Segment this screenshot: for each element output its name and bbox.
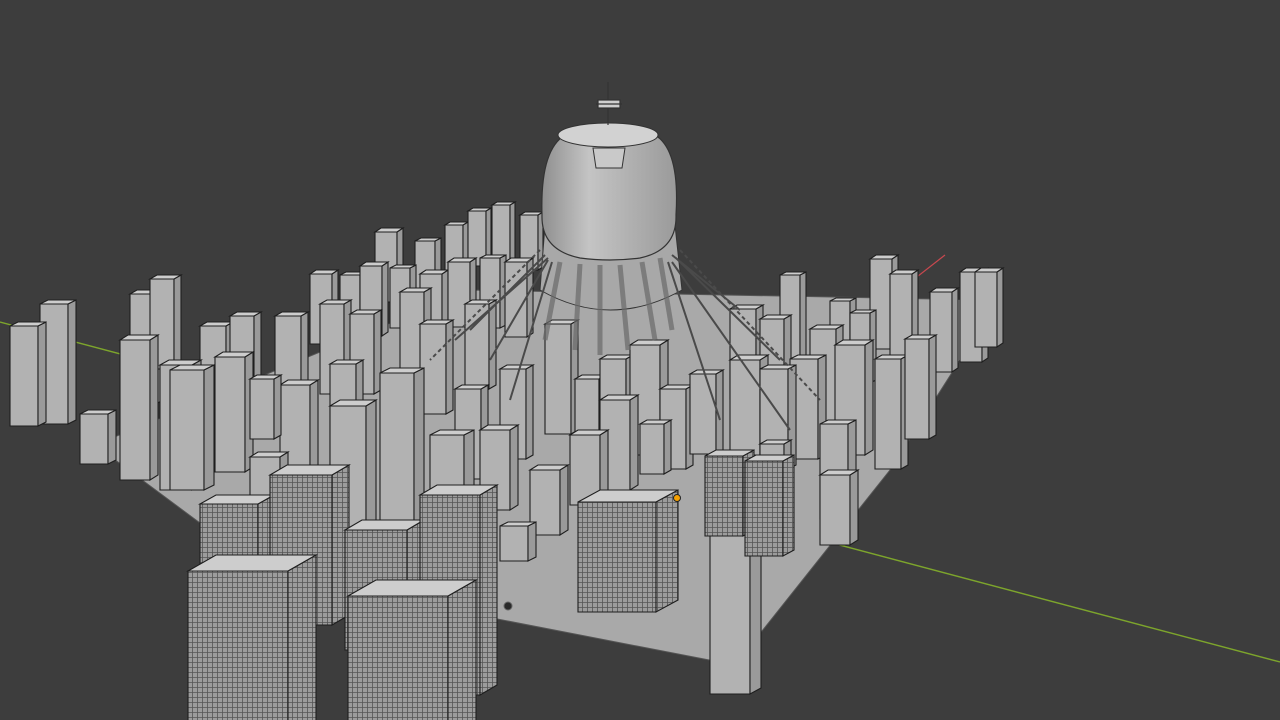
building-block[interactable] xyxy=(79,409,117,465)
3d-viewport[interactable] xyxy=(0,0,1280,720)
building-block[interactable] xyxy=(213,351,255,473)
building-block[interactable] xyxy=(542,319,581,435)
building-block[interactable] xyxy=(247,374,284,440)
building-block[interactable] xyxy=(902,334,939,440)
building-block[interactable] xyxy=(9,321,47,427)
building-block[interactable] xyxy=(499,521,537,562)
building-block[interactable] xyxy=(637,419,674,475)
building-block[interactable] xyxy=(118,334,160,481)
building-block[interactable] xyxy=(462,299,499,390)
building-block[interactable] xyxy=(379,367,425,524)
camera-object[interactable] xyxy=(503,601,513,611)
detail-block[interactable] xyxy=(577,489,679,613)
building-block[interactable] xyxy=(417,319,456,415)
detail-block[interactable] xyxy=(345,579,479,720)
detail-block[interactable] xyxy=(185,554,319,720)
building-block[interactable] xyxy=(872,354,911,470)
building-block[interactable] xyxy=(818,469,860,546)
antenna[interactable] xyxy=(596,82,622,125)
detail-block[interactable] xyxy=(744,454,795,557)
origin-marker[interactable] xyxy=(673,494,681,502)
viewport-scene[interactable] xyxy=(0,0,1280,720)
building-block[interactable] xyxy=(973,266,1005,349)
building-block[interactable] xyxy=(169,364,215,491)
